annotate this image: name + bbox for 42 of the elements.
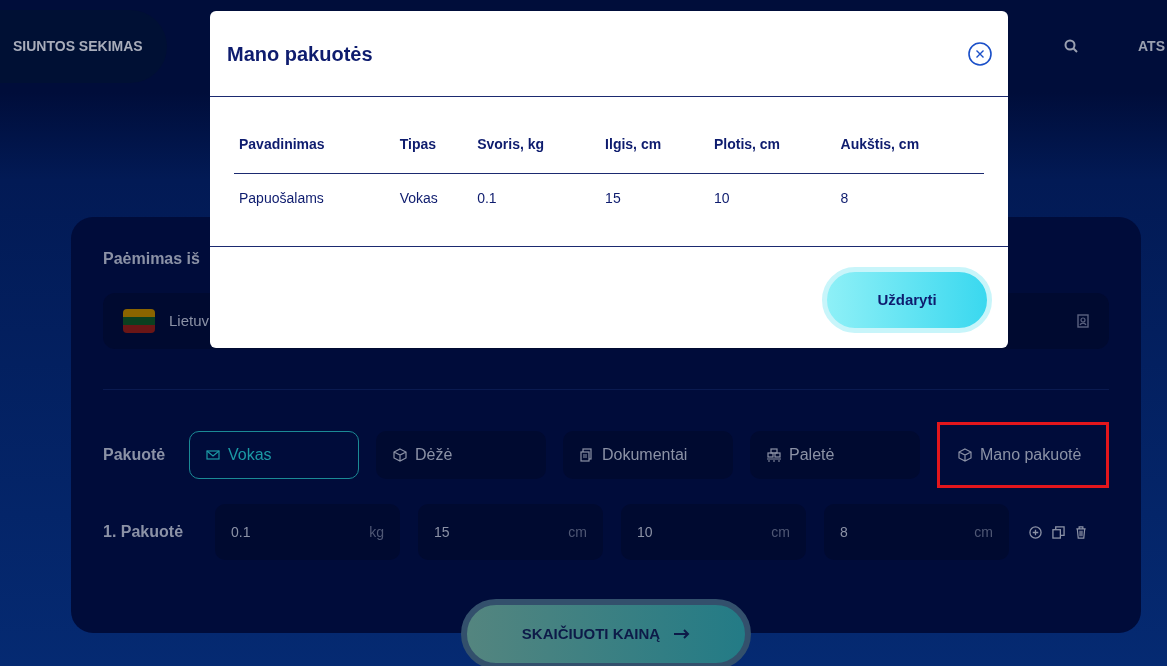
package-type-tab[interactable]: Mano pakuotė [941, 431, 1105, 479]
package-row-label: 1. Pakuotė [103, 522, 185, 542]
box-icon [393, 448, 407, 462]
dimension-field[interactable]: 0.1 kg [215, 504, 400, 560]
trash-icon[interactable] [1075, 525, 1087, 539]
contact-card-icon[interactable] [1077, 314, 1089, 328]
box-icon [958, 448, 972, 462]
column-header: Svoris, kg [472, 117, 601, 173]
package-label: Pakuotė [103, 445, 167, 465]
table-cell: Vokas [394, 173, 473, 223]
documents-icon [580, 448, 594, 462]
table-cell: 8 [835, 173, 984, 223]
column-header: Plotis, cm [708, 117, 836, 173]
pallet-icon [767, 448, 781, 462]
package-type-tab[interactable]: Paletė [750, 431, 920, 479]
copy-icon[interactable] [1052, 525, 1065, 539]
tracking-link[interactable]: SIUNTOS SEKIMAS [0, 9, 167, 83]
table-cell: Papuošalams [234, 173, 395, 223]
arrow-right-icon [674, 629, 691, 639]
add-icon[interactable] [1029, 525, 1042, 539]
dimension-field[interactable]: 15 cm [418, 504, 603, 560]
column-header: Pavadinimas [234, 117, 395, 173]
nav-link[interactable]: ATS [1138, 35, 1167, 57]
package-type-tab[interactable]: Dokumentai [563, 431, 733, 479]
table-cell: 10 [708, 173, 836, 223]
modal-title: Mano pakuotės [227, 41, 373, 67]
table-cell: 15 [600, 173, 709, 223]
column-header: Tipas [394, 117, 473, 173]
dimension-field[interactable]: 8 cm [824, 504, 1009, 560]
table-cell: 0.1 [472, 173, 601, 223]
package-type-tab[interactable]: Vokas [189, 431, 359, 479]
calculate-button[interactable]: SKAIČIUOTI KAINĄ [461, 599, 751, 666]
pickup-label: Paėmimas iš [103, 249, 201, 269]
search-icon[interactable] [1064, 39, 1079, 53]
column-header: Aukštis, cm [835, 117, 984, 173]
close-button[interactable]: Uždaryti [822, 267, 992, 333]
flag-icon [123, 309, 155, 333]
column-header: Ilgis, cm [600, 117, 709, 173]
close-icon[interactable] [968, 41, 992, 66]
package-type-tab[interactable]: Dėžė [376, 431, 546, 479]
dimension-field[interactable]: 10 cm [621, 504, 806, 560]
envelope-icon [206, 448, 220, 462]
